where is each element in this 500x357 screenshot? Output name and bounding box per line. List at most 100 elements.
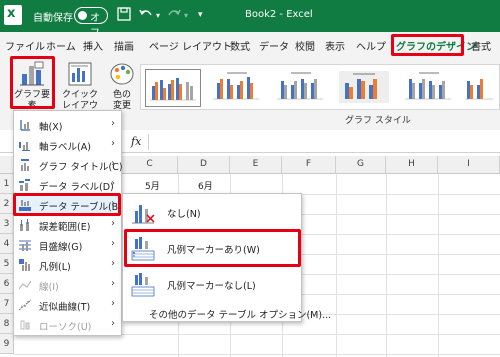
tab-file[interactable]: ファイル: [5, 38, 45, 53]
chart-style-thumb-6[interactable]: [463, 69, 497, 107]
chart-title-icon: [21, 159, 29, 171]
tab-insert[interactable]: 挿入: [83, 38, 103, 53]
menu-item-legend[interactable]: 凡例(L) ›: [14, 255, 121, 275]
chart-styles-group-label: グラフ スタイル: [345, 116, 411, 126]
menu-item-label: 軸(X): [39, 122, 63, 133]
cell-c1[interactable]: 5月: [145, 179, 160, 192]
window-title: Book2 - Excel: [245, 9, 313, 20]
menu-item-data-labels[interactable]: データ ラベル(D) ›: [14, 175, 121, 195]
lines-icon: [19, 280, 31, 290]
row-header-7[interactable]: 7: [0, 294, 14, 314]
menu-item-label: 軸ラベル(A): [39, 142, 91, 153]
formula-input[interactable]: [148, 134, 500, 150]
autosave-label: 自動保存: [33, 13, 73, 24]
add-chart-element-menu: 軸(X) › 軸ラベル(A) › グラフ タイトル(C) › データ ラベル(D…: [13, 110, 123, 336]
chart-style-thumb-5[interactable]: [401, 69, 457, 107]
chevron-right-icon: ›: [111, 218, 115, 229]
chart-style-thumb-2[interactable]: [209, 69, 265, 107]
tab-help[interactable]: ヘルプ: [356, 38, 386, 53]
submenu-item-label: なし(N): [167, 209, 201, 220]
tab-home[interactable]: ホーム: [46, 38, 76, 53]
chevron-right-icon: ›: [111, 258, 115, 269]
tab-draw[interactable]: 描画: [114, 38, 134, 53]
excel-logo-icon: [4, 5, 22, 25]
menu-item-error-bars[interactable]: 誤差範囲(E) ›: [14, 215, 121, 235]
row-header-6[interactable]: 6: [0, 274, 14, 294]
grid-line: [438, 174, 439, 357]
menu-item-label: 線(I): [39, 282, 59, 293]
quick-layout-button[interactable]: クイック レイアウト: [58, 60, 102, 122]
column-header-h[interactable]: H: [386, 156, 438, 174]
row-header-4[interactable]: 4: [0, 234, 14, 254]
menu-item-trendline[interactable]: 近似曲線(T) ›: [14, 295, 121, 315]
chevron-right-icon: ›: [111, 238, 115, 249]
column-header-c[interactable]: C: [122, 156, 178, 174]
column-header-i[interactable]: I: [438, 156, 500, 174]
legend-keys-item-highlight: [124, 229, 301, 267]
data-table-no-legend-keys-icon: [131, 273, 155, 297]
palette-icon: [110, 63, 134, 85]
tab-data[interactable]: データ: [259, 38, 289, 53]
chevron-right-icon: ›: [111, 318, 115, 329]
autosave-toggle[interactable]: オフ: [74, 7, 108, 39]
tab-review[interactable]: 校閲: [295, 38, 315, 53]
customize-qat-icon[interactable]: ▾: [198, 10, 203, 20]
menu-item-axes[interactable]: 軸(X) ›: [14, 115, 121, 135]
tab-format[interactable]: 書式: [471, 38, 491, 53]
trendline-icon: [19, 299, 31, 311]
grid-line: [14, 354, 500, 355]
menu-item-chart-title[interactable]: グラフ タイトル(C) ›: [14, 155, 123, 175]
quick-layout-icon: [68, 62, 92, 86]
chevron-right-icon: ›: [111, 298, 115, 309]
submenu-item-no-legend-keys[interactable]: 凡例マーカーなし(L): [123, 266, 301, 302]
data-labels-icon: [19, 179, 30, 191]
column-header-e[interactable]: E: [230, 156, 282, 174]
submenu-item-none[interactable]: なし(N): [123, 194, 301, 230]
column-header-d[interactable]: D: [178, 156, 230, 174]
chevron-right-icon: ›: [111, 158, 115, 169]
change-colors-button[interactable]: 色の 変更: [106, 60, 138, 111]
column-header-g[interactable]: G: [336, 156, 386, 174]
change-colors-label: 色の 変更: [112, 90, 131, 111]
column-header-f[interactable]: F: [282, 156, 336, 174]
tab-page-layout[interactable]: ページ レイアウト: [149, 38, 232, 53]
toggle-knob: [78, 11, 87, 20]
chart-style-thumb-4[interactable]: [337, 69, 393, 107]
menu-item-axis-titles[interactable]: 軸ラベル(A) ›: [14, 135, 121, 155]
row-header-1[interactable]: 1: [0, 174, 14, 194]
add-element-highlight: [10, 56, 55, 109]
row-header-9[interactable]: 9: [0, 334, 14, 354]
more-data-table-options[interactable]: その他のデータ テーブル オプション(M)...: [149, 307, 331, 321]
chevron-right-icon: ›: [111, 138, 115, 149]
save-icon[interactable]: [117, 7, 131, 25]
axis-titles-icon: [19, 142, 30, 151]
redo-icon: [166, 7, 182, 25]
menu-item-up-down-bars: ローソク(U) ›: [14, 315, 121, 335]
chevron-right-icon: ›: [111, 118, 115, 129]
select-all-corner[interactable]: [0, 156, 14, 174]
chevron-right-icon: ›: [111, 178, 115, 189]
axes-icon: [20, 120, 30, 131]
undo-icon[interactable]: [138, 7, 154, 25]
tab-formulas[interactable]: 数式: [230, 38, 250, 53]
legend-icon: [19, 259, 30, 271]
data-table-item-highlight: [13, 193, 121, 216]
row-header-8[interactable]: 8: [0, 314, 14, 334]
chart-design-tab-highlight: [391, 34, 464, 56]
row-header-3[interactable]: 3: [0, 214, 14, 234]
redo-dropdown-icon: ▾: [184, 11, 189, 20]
menu-item-label: 目盛線(G): [39, 242, 83, 253]
menu-item-gridlines[interactable]: 目盛線(G) ›: [14, 235, 121, 255]
chart-style-thumb-1[interactable]: [145, 69, 201, 107]
row-header-2[interactable]: 2: [0, 194, 14, 214]
fx-icon[interactable]: fx: [131, 135, 141, 148]
chart-style-thumb-3[interactable]: [273, 69, 329, 107]
undo-dropdown-icon[interactable]: ▾: [156, 11, 160, 20]
grid-line: [386, 174, 387, 357]
error-bars-icon: [20, 219, 29, 231]
cell-d1[interactable]: 6月: [198, 179, 213, 192]
no-data-table-icon: [132, 205, 155, 224]
tab-view[interactable]: 表示: [325, 38, 345, 53]
row-header-5[interactable]: 5: [0, 254, 14, 274]
chevron-right-icon: ›: [111, 278, 115, 289]
